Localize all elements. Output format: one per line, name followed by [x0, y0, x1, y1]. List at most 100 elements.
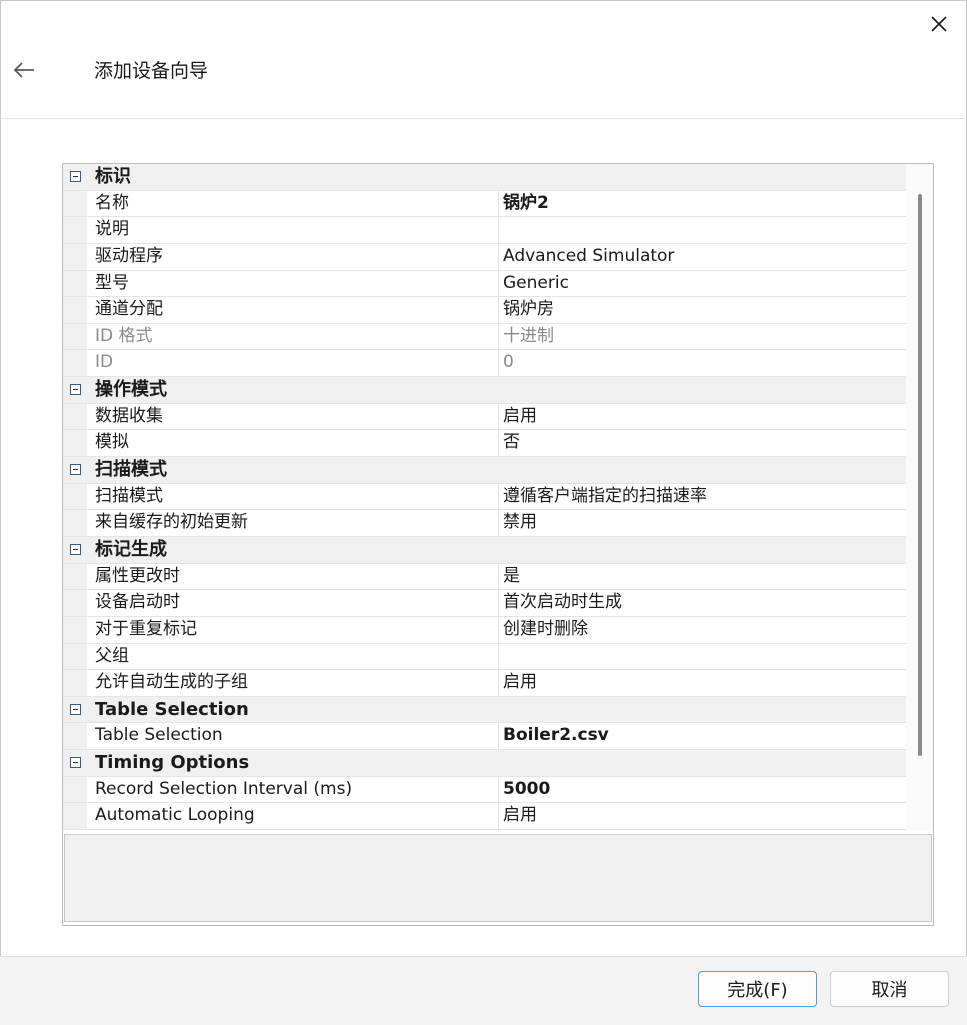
- back-arrow-icon: [13, 62, 34, 78]
- property-name: Automatic Looping: [87, 803, 499, 830]
- property-value[interactable]: 启用: [499, 803, 906, 829]
- property-row[interactable]: 对于重复标记 创建时删除: [63, 616, 906, 644]
- property-name: 扫描模式: [87, 483, 499, 510]
- property-value[interactable]: 启用: [499, 404, 906, 430]
- property-value[interactable]: 首次启动时生成: [499, 590, 906, 616]
- property-value[interactable]: Advanced Simulator: [499, 244, 906, 270]
- collapse-minus-icon[interactable]: [69, 544, 81, 556]
- property-value[interactable]: 禁用: [499, 510, 906, 536]
- property-row[interactable]: 数据收集 启用: [63, 403, 906, 431]
- category-gutter: [63, 536, 87, 563]
- category-row[interactable]: 标记生成: [63, 536, 906, 564]
- property-grid[interactable]: 标识名称 锅炉2 说明 驱动程序 Advanced Simulator 型号 Generic…: [63, 164, 906, 831]
- collapse-minus-icon[interactable]: [69, 171, 81, 183]
- vertical-scrollbar[interactable]: [906, 164, 933, 831]
- row-gutter: [63, 563, 87, 590]
- property-value: 0: [503, 352, 514, 373]
- property-name: 说明: [87, 217, 499, 243]
- category-label: 操作模式: [95, 379, 167, 401]
- property-row[interactable]: Automatic Looping 启用: [63, 803, 906, 831]
- property-row[interactable]: 型号 Generic: [63, 270, 906, 298]
- category-label: Timing Options: [95, 752, 250, 774]
- row-gutter: [63, 350, 87, 377]
- category-row[interactable]: Timing Options: [63, 750, 906, 777]
- property-value[interactable]: Generic: [499, 271, 906, 297]
- property-name: 对于重复标记: [87, 616, 499, 643]
- category-gutter: [63, 750, 87, 776]
- category-gutter: [63, 164, 87, 190]
- collapse-minus-icon[interactable]: [69, 384, 81, 396]
- collapse-minus-icon[interactable]: [69, 757, 81, 769]
- category-gutter: [63, 377, 87, 403]
- row-gutter: [63, 723, 87, 750]
- back-button[interactable]: [6, 52, 42, 88]
- property-value[interactable]: 启用: [499, 670, 906, 696]
- scrollbar-thumb[interactable]: [918, 194, 922, 756]
- property-row[interactable]: 说明: [63, 217, 906, 244]
- category-label: 标识: [95, 166, 131, 187]
- row-gutter: [63, 297, 87, 323]
- property-name: 允许自动生成的子组: [87, 670, 499, 696]
- property-value[interactable]: 是: [499, 564, 906, 590]
- dialog-footer: [0, 956, 967, 1025]
- close-icon: [931, 16, 947, 32]
- row-gutter: [63, 776, 87, 803]
- row-gutter: [63, 243, 87, 270]
- description-pane: [64, 834, 932, 922]
- property-row[interactable]: 通道分配 锅炉房: [63, 297, 906, 324]
- property-value[interactable]: 遵循客户端指定的扫描速率: [499, 484, 906, 510]
- category-gutter: [63, 457, 87, 483]
- property-row[interactable]: 驱动程序 Advanced Simulator: [63, 243, 906, 271]
- row-gutter: [63, 403, 87, 430]
- property-name: 名称: [87, 190, 499, 217]
- property-name: 模拟: [87, 430, 499, 457]
- close-button[interactable]: [920, 6, 958, 42]
- property-name: 来自缓存的初始更新: [87, 510, 499, 536]
- row-gutter: [63, 670, 87, 696]
- category-label: 扫描模式: [95, 459, 167, 481]
- category-row[interactable]: 操作模式: [63, 377, 906, 404]
- property-value[interactable]: 5000: [499, 777, 906, 803]
- property-value[interactable]: 锅炉房: [499, 297, 906, 323]
- property-value[interactable]: [499, 644, 906, 670]
- property-value[interactable]: 创建时删除: [499, 617, 906, 643]
- property-value[interactable]: [499, 217, 906, 243]
- property-row[interactable]: 扫描模式 遵循客户端指定的扫描速率: [63, 483, 906, 511]
- property-row[interactable]: 来自缓存的初始更新 禁用: [63, 510, 906, 537]
- property-row[interactable]: 模拟否: [63, 430, 906, 458]
- row-gutter: [63, 590, 87, 616]
- row-gutter: [63, 616, 87, 643]
- category-row[interactable]: Table Selection: [63, 696, 906, 724]
- property-name: ID 格式: [87, 323, 499, 350]
- category-row[interactable]: 标识: [63, 164, 906, 191]
- row-gutter: [63, 643, 87, 670]
- property-row[interactable]: 名称 锅炉2: [63, 190, 906, 218]
- category-label: Table Selection: [95, 698, 249, 720]
- property-name: 数据收集: [87, 403, 499, 430]
- row-gutter: [63, 190, 87, 217]
- property-row[interactable]: Record Selection Interval (ms) 5000: [63, 776, 906, 804]
- property-value[interactable]: 否: [499, 430, 906, 456]
- collapse-minus-icon[interactable]: [69, 704, 81, 716]
- property-value: 十进制: [503, 325, 554, 346]
- property-name: 父组: [87, 643, 499, 670]
- collapse-minus-icon[interactable]: [69, 464, 81, 476]
- property-value[interactable]: 锅炉2: [499, 191, 906, 217]
- property-row[interactable]: 允许自动生成的子组 启用: [63, 670, 906, 697]
- property-row[interactable]: 设备启动时 首次启动时生成: [63, 590, 906, 617]
- property-row[interactable]: Table Selection Boiler2.csv: [63, 723, 906, 751]
- row-gutter: [63, 270, 87, 297]
- cancel-button[interactable]: 取消: [830, 971, 949, 1007]
- dialog-title: 添加设备向导: [94, 60, 209, 82]
- row-gutter: [63, 510, 87, 536]
- property-name: Table Selection: [87, 723, 499, 750]
- property-name: 设备启动时: [87, 590, 499, 616]
- property-name: Record Selection Interval (ms): [87, 776, 499, 803]
- property-row[interactable]: 父组: [63, 643, 906, 671]
- property-value[interactable]: Boiler2.csv: [499, 723, 906, 749]
- property-row[interactable]: 属性更改时是: [63, 563, 906, 591]
- category-row[interactable]: 扫描模式: [63, 457, 906, 484]
- row-gutter: [63, 430, 87, 457]
- property-row: ID 0: [63, 350, 906, 378]
- finish-button[interactable]: 完成(F): [698, 971, 817, 1007]
